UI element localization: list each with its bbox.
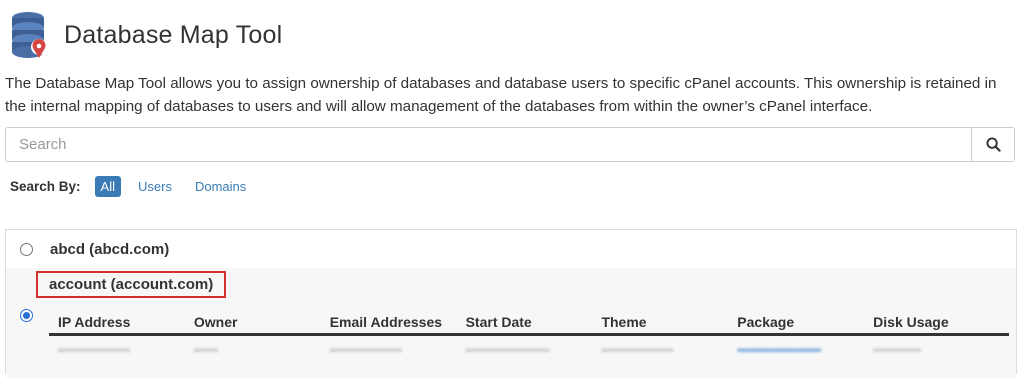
account-row-selected[interactable]: account (account.com) IP Address Owner E… [6, 268, 1016, 378]
page-title: Database Map Tool [64, 20, 283, 49]
search-button[interactable] [971, 128, 1014, 161]
account-row[interactable]: abcd (abcd.com) [6, 230, 1016, 269]
search-bar [5, 127, 1015, 162]
search-by-filter: Search By: All Users Domains [10, 176, 263, 197]
filter-all[interactable]: All [94, 176, 121, 197]
account-name: abcd (abcd.com) [50, 240, 170, 258]
column-theme: Theme [601, 314, 647, 330]
details-header-row: IP Address Owner Email Addresses Start D… [49, 314, 1009, 336]
page-description: The Database Map Tool allows you to assi… [5, 75, 997, 115]
column-ip-address: IP Address [58, 314, 131, 330]
search-by-label: Search By: [10, 179, 81, 194]
details-blurred-row: ▬▬▬▬▬▬ ▬▬ ▬▬▬▬▬▬ ▬▬▬▬▬▬▬ ▬▬▬▬▬▬ ▬▬▬▬▬▬▬ … [58, 341, 922, 355]
column-email-addresses: Email Addresses [329, 314, 443, 330]
search-input[interactable] [6, 128, 971, 161]
column-package: Package [737, 314, 795, 330]
account-name-highlighted: account (account.com) [36, 271, 227, 298]
database-location-icon [10, 10, 52, 60]
filter-domains[interactable]: Domains [189, 176, 252, 197]
column-owner: Owner [193, 314, 238, 330]
account-radio-selected[interactable] [20, 309, 33, 322]
account-radio[interactable] [20, 242, 33, 256]
filter-users[interactable]: Users [132, 176, 178, 197]
column-start-date: Start Date [465, 314, 532, 330]
account-list: abcd (abcd.com) account (account.com) IP… [5, 229, 1017, 378]
search-icon [985, 137, 1001, 152]
page-header: Database Map Tool [10, 10, 282, 60]
account-details-table: IP Address Owner Email Addresses Start D… [49, 314, 1009, 355]
column-disk-usage: Disk Usage [873, 314, 949, 330]
